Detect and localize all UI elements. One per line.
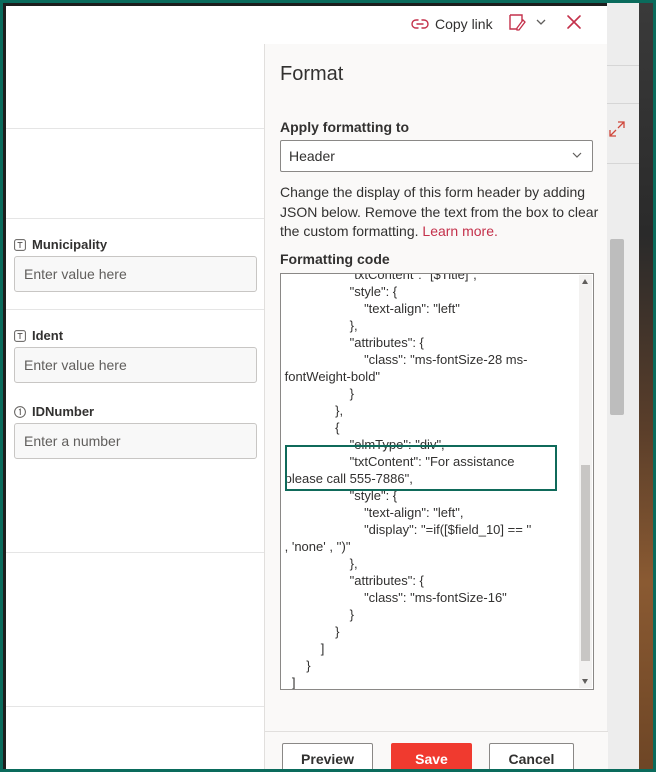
code-line: "txtContent": "For assistance [281,454,515,469]
code-line: "attributes": { [281,573,424,588]
municipality-input[interactable]: Enter value here [14,256,257,292]
formatting-code-label: Formatting code [280,251,390,267]
format-pane-title: Format [280,63,344,85]
code-line: "class": "ms-fontSize-16" [281,590,507,605]
code-line: "class": "ms-fontSize-28 ms- [281,352,528,367]
format-pane: Format Apply formatting to Header Change… [264,44,608,769]
code-line: } [281,658,311,673]
section-divider [6,552,264,553]
window-frame: Copy link Municipality Enter value here … [0,0,656,772]
text-field-icon [14,238,26,251]
section-divider [6,218,264,219]
code-line: }, [281,403,344,418]
apply-formatting-value: Header [289,148,335,164]
code-line: "elmType": "div", [281,437,445,452]
apply-formatting-label: Apply formatting to [280,119,410,135]
scroll-up-arrow-icon[interactable] [582,279,588,284]
copy-link-button[interactable]: Copy link [411,12,493,36]
code-line: } [281,624,340,639]
background-scrollbar[interactable] [610,239,624,415]
code-scrollbar[interactable] [579,275,592,688]
code-line: { [281,420,340,435]
cancel-button[interactable]: Cancel [489,743,574,769]
scroll-thumb[interactable] [581,465,590,661]
copy-link-label: Copy link [435,16,493,32]
format-description: Change the display of this form header b… [280,184,599,239]
format-footer: Preview Save Cancel [265,731,608,769]
ident-input[interactable]: Enter value here [14,347,257,383]
code-line: , 'none' , '')" [281,539,351,554]
code-line: ] [281,641,325,656]
form-preview: Municipality Enter value here Ident Ente… [6,44,264,769]
section-divider [6,128,264,129]
code-line: "text-align": "left" [281,301,460,316]
learn-more-link[interactable]: Learn more. [422,223,497,239]
apply-formatting-dropdown[interactable]: Header [280,140,593,172]
code-line: "text-align": "left", [281,505,464,520]
code-line: ] [281,675,296,690]
code-line: } [281,607,354,622]
form-dialog: Copy link Municipality Enter value here … [6,6,608,769]
idnumber-input[interactable]: Enter a number [14,423,257,459]
edit-form-icon [509,14,526,31]
save-button[interactable]: Save [391,743,472,769]
code-line: "display": "=if([$field_10] == '' [281,522,532,537]
edit-form-dropdown[interactable] [508,13,546,31]
code-line: "style": { [281,284,398,299]
background-divider [607,163,639,164]
chevron-down-icon [536,19,546,25]
field-label-idnumber: IDNumber [14,404,94,419]
chevron-down-icon [572,152,582,158]
code-line: } [281,386,354,401]
code-line: fontWeight-bold" [281,369,381,384]
code-line: }, [281,556,358,571]
code-line: }, [281,318,358,333]
scroll-down-arrow-icon[interactable] [582,679,588,684]
code-line: "attributes": { [281,335,424,350]
text-field-icon [14,329,26,342]
link-icon [411,19,429,29]
field-label-ident: Ident [14,328,63,343]
dialog-toolbar: Copy link [6,6,607,45]
expand-icon[interactable] [608,120,626,138]
preview-button[interactable]: Preview [282,743,373,769]
section-divider [6,309,264,310]
code-line: "style": { [281,488,398,503]
code-line: please call 555-7886", [281,471,413,486]
section-divider [6,706,264,707]
background-divider [607,103,639,104]
number-field-icon [14,405,26,418]
field-label-municipality: Municipality [14,237,107,252]
formatting-code-editor[interactable]: ] } ] } } "class": "ms-fontSize-16" "att… [280,273,594,690]
code-line: "txtContent": "[$Title]", [281,273,477,282]
close-icon[interactable] [563,11,585,33]
background-divider [607,65,639,66]
